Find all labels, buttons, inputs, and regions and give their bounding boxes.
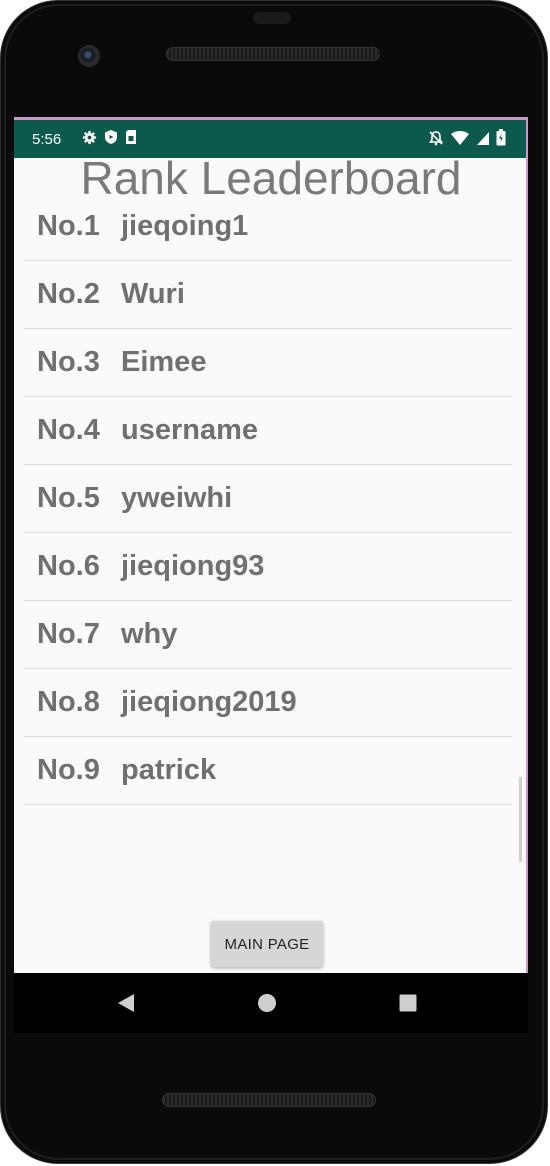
leaderboard-list[interactable]: No.1 jieqoing1 No.2 Wuri No.3 Eimee No.4 userna… — [24, 192, 512, 805]
rank-label: No.2 — [37, 278, 100, 310]
leaderboard-row[interactable]: No.4 username — [24, 397, 512, 465]
rank-label: No.4 — [37, 414, 100, 446]
leaderboard-row[interactable]: No.8 jieqiong2019 — [24, 669, 512, 737]
main-page-button[interactable]: MAIN PAGE — [211, 921, 323, 967]
rank-label: No.3 — [37, 346, 100, 378]
leaderboard-row[interactable]: No.2 Wuri — [24, 261, 512, 329]
leaderboard-row[interactable]: No.5 yweiwhi — [24, 465, 512, 533]
settings-icon — [82, 130, 97, 145]
battery-icon — [496, 129, 506, 146]
leaderboard-row[interactable]: No.3 Eimee — [24, 329, 512, 397]
wifi-icon — [450, 130, 470, 146]
rank-label: No.7 — [37, 618, 100, 650]
player-name: patrick — [121, 754, 217, 786]
shield-icon — [104, 129, 118, 145]
player-name: Wuri — [121, 278, 185, 310]
bottom-speaker — [162, 1093, 376, 1107]
home-icon[interactable] — [253, 989, 281, 1017]
player-name: jieqoing1 — [121, 210, 249, 242]
sim-card-icon — [125, 129, 137, 145]
rank-label: No.1 — [37, 210, 100, 242]
player-name: username — [121, 414, 259, 446]
status-time: 5:56 — [32, 131, 62, 148]
player-name: jieqiong93 — [121, 550, 265, 582]
recents-icon[interactable] — [394, 989, 422, 1017]
signal-icon — [476, 130, 490, 146]
rank-label: No.9 — [37, 754, 100, 786]
rank-label: No.8 — [37, 686, 100, 718]
navigation-bar — [14, 973, 528, 1033]
leaderboard-row[interactable]: No.9 patrick — [24, 737, 512, 805]
front-camera-icon — [78, 45, 100, 67]
back-icon[interactable] — [112, 989, 140, 1017]
player-name: yweiwhi — [121, 482, 233, 514]
scrollbar[interactable] — [519, 777, 522, 862]
rank-label: No.5 — [37, 482, 100, 514]
leaderboard-row[interactable]: No.6 jieqiong93 — [24, 533, 512, 601]
player-name: jieqiong2019 — [121, 686, 297, 718]
leaderboard-row[interactable]: No.7 why — [24, 601, 512, 669]
notifications-off-icon — [428, 130, 444, 146]
player-name: Eimee — [121, 346, 207, 378]
app-screen: 5:56 Rank Leaderboard No.1 jieqoing1 No.… — [14, 117, 528, 973]
player-name: why — [121, 618, 178, 650]
earpiece-speaker — [166, 47, 380, 61]
leaderboard-row[interactable]: No.1 jieqoing1 — [24, 192, 512, 261]
rank-label: No.6 — [37, 550, 100, 582]
proximity-sensor — [253, 12, 291, 24]
